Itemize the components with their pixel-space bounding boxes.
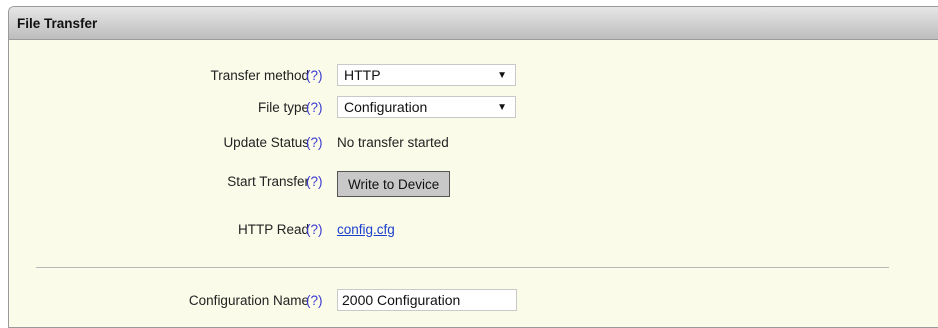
update-status-help[interactable]: (?) (306, 135, 323, 150)
caret-down-icon: ▼ (497, 69, 507, 81)
configuration-name-help[interactable]: (?) (306, 293, 323, 308)
file-type-help[interactable]: (?) (306, 100, 323, 115)
http-read-help[interactable]: (?) (306, 222, 323, 237)
update-status-label: Update Status (223, 134, 309, 150)
configuration-name-label: Configuration Name (188, 292, 309, 308)
update-status-value: No transfer started (337, 134, 449, 150)
row-http-read: HTTP Read (?) config.cfg (9, 217, 938, 241)
start-transfer-label: Start Transfer (227, 173, 309, 189)
write-to-device-button[interactable]: Write to Device (337, 171, 451, 197)
transfer-method-select[interactable]: HTTP ▼ (337, 64, 516, 86)
section-divider (36, 267, 889, 268)
file-type-value: Configuration (344, 99, 428, 115)
row-update-status: Update Status (?) No transfer started (9, 130, 938, 154)
row-file-type: File type (?) Configuration ▼ (9, 95, 938, 119)
http-read-label: HTTP Read (237, 221, 309, 237)
file-transfer-panel: File Transfer Transfer method (?) HTTP ▼… (8, 6, 938, 328)
row-transfer-method: Transfer method (?) HTTP ▼ (9, 63, 938, 87)
panel-header: File Transfer (9, 7, 938, 40)
file-type-select[interactable]: Configuration ▼ (337, 96, 516, 118)
transfer-method-value: HTTP (344, 67, 381, 83)
start-transfer-help[interactable]: (?) (306, 174, 323, 189)
row-configuration-name: Configuration Name (?) (9, 288, 938, 312)
row-start-transfer: Start Transfer (?) Write to Device (9, 171, 938, 197)
file-type-label: File type (257, 99, 309, 115)
transfer-method-help[interactable]: (?) (306, 68, 323, 83)
transfer-method-label: Transfer method (210, 67, 309, 83)
caret-down-icon: ▼ (497, 101, 507, 113)
configuration-name-input[interactable] (337, 289, 517, 311)
config-file-link[interactable]: config.cfg (337, 222, 395, 237)
panel-title: File Transfer (17, 15, 98, 31)
